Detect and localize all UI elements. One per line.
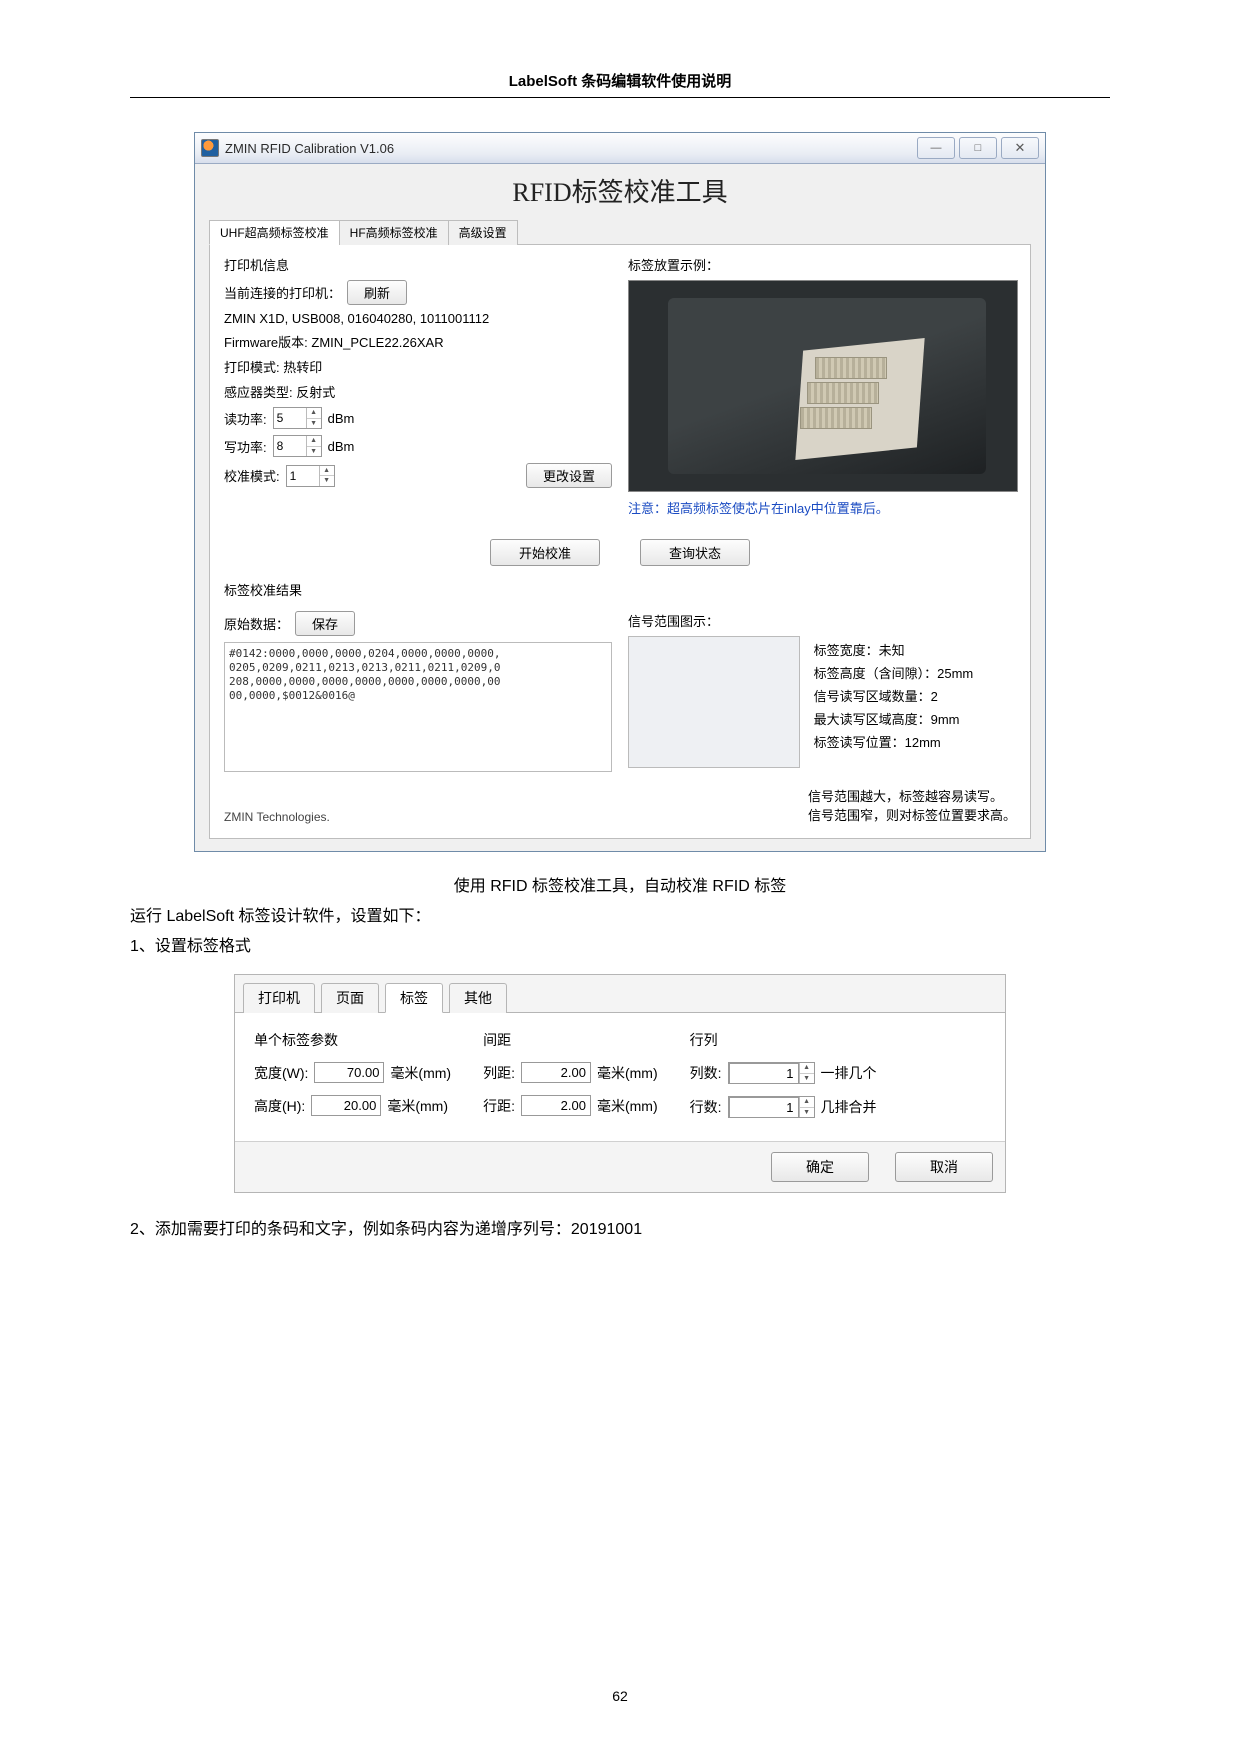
cal-mode-label: 校准模式:: [224, 466, 280, 485]
unit-mm: 毫米(mm): [387, 1096, 448, 1116]
stat-regions: 信号读写区域数量：2: [814, 686, 1014, 705]
settings-tabs: 打印机 页面 标签 其他: [235, 975, 1005, 1013]
sensor-type-line: 感应器类型: 反射式: [224, 382, 612, 401]
gap-title: 间距: [483, 1030, 658, 1050]
printer-info-title: 打印机信息: [224, 255, 612, 274]
tab-printer[interactable]: 打印机: [243, 983, 315, 1013]
maximize-button[interactable]: □: [959, 137, 997, 159]
down-arrow-icon[interactable]: ▼: [320, 476, 334, 486]
connected-printer-label: 当前连接的打印机：: [224, 283, 341, 302]
col-gap-input[interactable]: [521, 1062, 591, 1083]
signal-stats: 标签宽度：未知 标签高度（含间隙）：25mm 信号读写区域数量：2 最大读写区域…: [814, 636, 1014, 755]
query-status-button[interactable]: 查询状态: [640, 539, 750, 566]
up-arrow-icon[interactable]: ▲: [307, 408, 321, 419]
unit-mm: 毫米(mm): [597, 1063, 658, 1083]
col-gap-label: 列距:: [483, 1063, 515, 1083]
stat-position: 标签读写位置：12mm: [814, 732, 1014, 751]
stat-width: 标签宽度：未知: [814, 640, 1014, 659]
tab-uhf[interactable]: UHF超高频标签校准: [209, 220, 340, 245]
signal-note-1: 信号范围越大，标签越容易读写。: [808, 786, 1016, 805]
read-power-label: 读功率:: [224, 409, 267, 428]
minimize-button[interactable]: —: [917, 137, 955, 159]
dbm-unit: dBm: [328, 411, 355, 426]
rows-suffix: 几排合并: [821, 1097, 877, 1117]
save-button[interactable]: 保存: [295, 611, 355, 636]
cols-suffix: 一排几个: [821, 1063, 877, 1083]
width-input[interactable]: [314, 1062, 384, 1083]
ok-button[interactable]: 确定: [771, 1152, 869, 1182]
label-settings-dialog: 打印机 页面 标签 其他 单个标签参数 宽度(W): 毫米(mm) 高度(H):: [234, 974, 1006, 1193]
signal-range-image: [628, 636, 800, 768]
down-arrow-icon[interactable]: ▼: [307, 419, 321, 429]
down-arrow-icon[interactable]: ▼: [307, 447, 321, 457]
up-arrow-icon[interactable]: ▲: [320, 466, 334, 477]
cols-input[interactable]: [729, 1063, 799, 1084]
read-power-spinner[interactable]: ▲▼: [273, 407, 322, 429]
stat-max-height: 最大读写区域高度：9mm: [814, 709, 1014, 728]
placement-image: [628, 280, 1018, 492]
height-label: 高度(H):: [254, 1096, 305, 1116]
placement-note: 注意：超高频标签使芯片在inlay中位置靠后。: [628, 498, 1016, 517]
raw-data-textarea[interactable]: #0142:0000,0000,0000,0204,0000,0000,0000…: [224, 642, 612, 772]
tab-advanced[interactable]: 高级设置: [448, 220, 518, 245]
read-power-input[interactable]: [274, 411, 306, 425]
brand-footer: ZMIN Technologies.: [224, 810, 330, 824]
raw-data-label: 原始数据：: [224, 614, 289, 633]
width-label: 宽度(W):: [254, 1063, 308, 1083]
write-power-spinner[interactable]: ▲▼: [273, 435, 322, 457]
start-calibration-button[interactable]: 开始校准: [490, 539, 600, 566]
tab-hf[interactable]: HF高频标签校准: [339, 220, 449, 245]
rfid-window: ZMIN RFID Calibration V1.06 — □ ✕ RFID标签…: [194, 132, 1046, 852]
print-mode-line: 打印模式: 热转印: [224, 357, 612, 376]
stat-height: 标签高度（含间隙）：25mm: [814, 663, 1014, 682]
tab-page[interactable]: 页面: [321, 983, 379, 1013]
cal-tabs: UHF超高频标签校准 HF高频标签校准 高级设置: [209, 219, 1031, 245]
change-settings-button[interactable]: 更改设置: [526, 463, 612, 488]
rows-label: 行数:: [690, 1097, 722, 1117]
single-label-title: 单个标签参数: [254, 1030, 451, 1050]
close-button[interactable]: ✕: [1001, 137, 1039, 159]
up-arrow-icon[interactable]: ▲: [307, 436, 321, 447]
cols-spinner[interactable]: ▲▼: [728, 1062, 815, 1084]
firmware-line: Firmware版本: ZMIN_PCLE22.26XAR: [224, 332, 612, 351]
app-icon: [201, 139, 219, 157]
cal-mode-spinner[interactable]: ▲▼: [286, 465, 335, 487]
write-power-label: 写功率:: [224, 437, 267, 456]
body-para-1: 运行 LabelSoft 标签设计软件，设置如下：: [130, 902, 1110, 926]
step-1: 1、设置标签格式: [130, 932, 1110, 956]
up-arrow-icon[interactable]: ▲: [800, 1063, 814, 1074]
up-arrow-icon[interactable]: ▲: [800, 1097, 814, 1108]
result-title: 标签校准结果: [224, 580, 1016, 599]
signal-range-title: 信号范围图示：: [628, 611, 719, 630]
unit-mm: 毫米(mm): [597, 1096, 658, 1116]
row-gap-input[interactable]: [521, 1095, 591, 1116]
tab-label[interactable]: 标签: [385, 983, 443, 1013]
down-arrow-icon[interactable]: ▼: [800, 1108, 814, 1118]
cal-mode-input[interactable]: [287, 469, 319, 483]
refresh-button[interactable]: 刷新: [347, 280, 407, 305]
window-title: ZMIN RFID Calibration V1.06: [225, 141, 913, 156]
cancel-button[interactable]: 取消: [895, 1152, 993, 1182]
dbm-unit: dBm: [328, 439, 355, 454]
rows-cols-title: 行列: [690, 1030, 877, 1050]
page-number: 62: [0, 1688, 1240, 1704]
cols-label: 列数:: [690, 1063, 722, 1083]
tool-title: RFID标签校准工具: [209, 164, 1031, 213]
tab-other[interactable]: 其他: [449, 983, 507, 1013]
row-gap-label: 行距:: [483, 1096, 515, 1116]
rows-spinner[interactable]: ▲▼: [728, 1096, 815, 1118]
height-input[interactable]: [311, 1095, 381, 1116]
titlebar: ZMIN RFID Calibration V1.06 — □ ✕: [195, 133, 1045, 164]
placement-example-title: 标签放置示例：: [628, 255, 1016, 274]
rows-input[interactable]: [729, 1097, 799, 1118]
figure-caption: 使用 RFID 标签校准工具，自动校准 RFID 标签: [130, 872, 1110, 896]
unit-mm: 毫米(mm): [390, 1063, 451, 1083]
printer-device-line: ZMIN X1D, USB008, 016040280, 1011001112: [224, 311, 612, 326]
page-header: LabelSoft 条码编辑软件使用说明: [130, 70, 1110, 98]
step-2: 2、添加需要打印的条码和文字，例如条码内容为递增序列号：20191001: [130, 1215, 1110, 1239]
write-power-input[interactable]: [274, 439, 306, 453]
signal-note-2: 信号范围窄，则对标签位置要求高。: [808, 805, 1016, 824]
down-arrow-icon[interactable]: ▼: [800, 1074, 814, 1084]
